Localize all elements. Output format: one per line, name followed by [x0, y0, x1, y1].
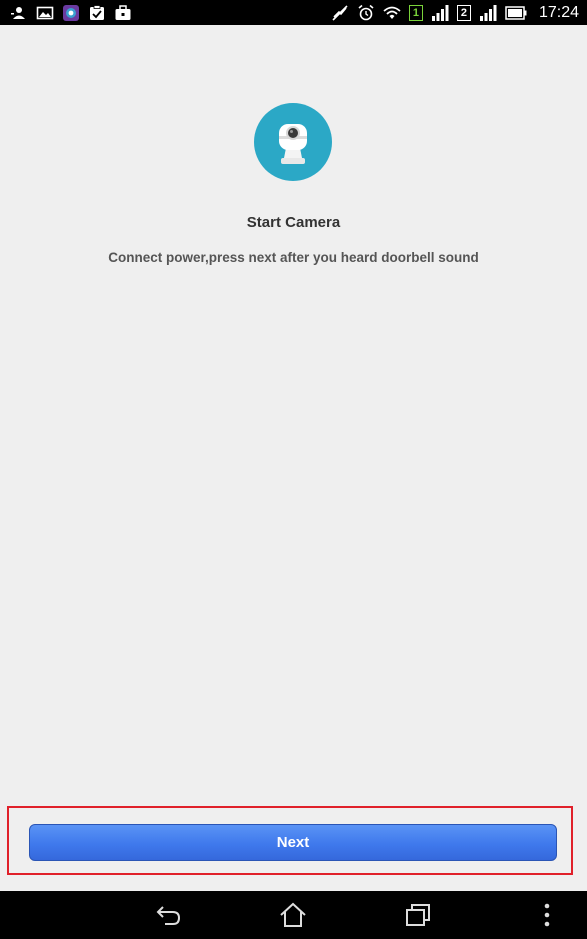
- wifi-icon: [383, 4, 401, 22]
- battery-icon: [505, 4, 527, 22]
- alarm-icon: [357, 4, 375, 22]
- camera-icon: [254, 103, 332, 181]
- person-icon: [10, 4, 28, 22]
- app-icon: [62, 4, 80, 22]
- status-right-icons: 1 2 17:24: [331, 4, 579, 22]
- image-icon: [36, 4, 54, 22]
- sim1-badge: 1: [408, 4, 423, 21]
- instruction-text: Connect power,press next after you heard…: [108, 250, 479, 265]
- status-left-icons: [10, 4, 132, 22]
- status-bar: 1 2 17:24: [0, 0, 587, 25]
- signal-icon: [479, 4, 497, 22]
- back-icon[interactable]: [153, 901, 185, 929]
- recent-apps-icon[interactable]: [402, 901, 434, 929]
- navigation-bar: [0, 891, 587, 939]
- briefcase-icon: [114, 4, 132, 22]
- mute-icon: [331, 4, 349, 22]
- status-clock: 17:24: [538, 3, 579, 21]
- sim2-badge: 2: [456, 4, 471, 21]
- signal-icon: [431, 4, 449, 22]
- page-title: Start Camera: [246, 214, 341, 231]
- next-button[interactable]: Next: [29, 824, 557, 861]
- more-options-icon[interactable]: [531, 901, 563, 929]
- home-icon[interactable]: [277, 901, 309, 929]
- clipboard-check-icon: [88, 4, 106, 22]
- setup-screen: Start Camera Connect power,press next af…: [0, 25, 587, 891]
